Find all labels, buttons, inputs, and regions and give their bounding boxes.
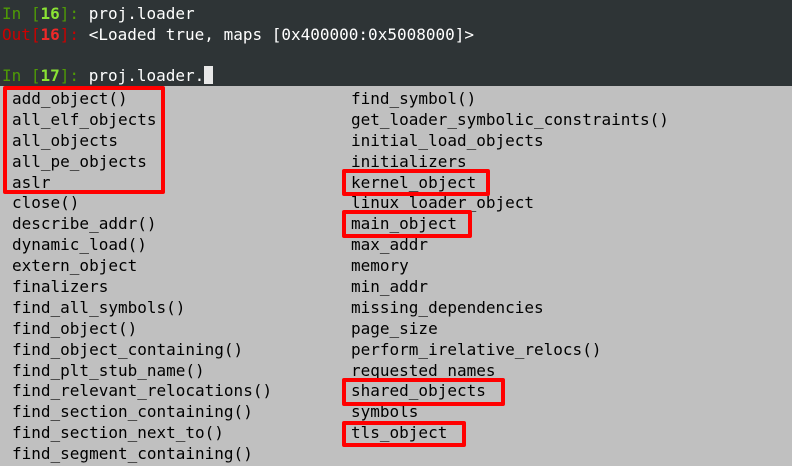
completion-item[interactable]: all_elf_objects xyxy=(12,109,272,130)
completion-item[interactable]: find_section_containing() xyxy=(12,401,272,422)
input-prompt-close: ]: xyxy=(59,66,89,85)
completion-item[interactable]: find_relevant_relocations() xyxy=(12,380,272,401)
completion-item[interactable]: linux_loader_object xyxy=(351,192,669,213)
completion-list-left: add_object() all_elf_objects all_objects… xyxy=(12,88,272,464)
completion-item[interactable]: finalizers xyxy=(12,276,272,297)
command-input[interactable]: proj.loader. xyxy=(89,66,205,85)
completion-item[interactable]: perform_irelative_relocs() xyxy=(351,339,669,360)
input-prompt: In [ xyxy=(2,4,41,23)
input-prompt-close: ]: xyxy=(59,4,89,23)
completion-item[interactable]: close() xyxy=(12,192,272,213)
completion-item[interactable]: aslr xyxy=(12,172,272,193)
completion-item[interactable]: max_addr xyxy=(351,234,669,255)
output-line-16: Out[16]: <Loaded true, maps [0x400000:0x… xyxy=(2,24,474,45)
output-text: <Loaded true, maps [0x400000:0x5008000]> xyxy=(88,25,475,44)
input-line-17[interactable]: In [17]: proj.loader. xyxy=(2,65,214,86)
completion-item[interactable]: main_object xyxy=(351,213,669,234)
completion-item[interactable]: symbols xyxy=(351,401,669,422)
completion-item[interactable]: find_section_next_to() xyxy=(12,422,272,443)
completion-item[interactable]: find_object_containing() xyxy=(12,339,272,360)
input-prompt-number: 17 xyxy=(40,66,60,85)
completion-item[interactable]: all_objects xyxy=(12,130,272,151)
completion-item[interactable]: find_plt_stub_name() xyxy=(12,360,272,381)
completion-item[interactable]: shared_objects xyxy=(351,380,669,401)
completion-item[interactable]: min_addr xyxy=(351,276,669,297)
output-prompt-number: 16 xyxy=(40,25,60,44)
completion-item[interactable]: missing_dependencies xyxy=(351,297,669,318)
completion-item[interactable]: get_loader_symbolic_constraints() xyxy=(351,109,669,130)
completion-item[interactable]: find_all_symbols() xyxy=(12,297,272,318)
completion-item[interactable]: find_object() xyxy=(12,318,272,339)
completion-item[interactable]: find_segment_containing() xyxy=(12,443,272,464)
output-prompt-close: ]: xyxy=(59,25,89,44)
completion-item[interactable]: add_object() xyxy=(12,88,272,109)
completion-item[interactable]: find_symbol() xyxy=(351,88,669,109)
completion-popup[interactable]: add_object() all_elf_objects all_objects… xyxy=(0,86,792,466)
output-prompt: Out[ xyxy=(2,25,41,44)
completion-item[interactable]: tls_object xyxy=(351,422,669,443)
terminal-window[interactable]: In [16]: proj.loader Out[16]: <Loaded tr… xyxy=(0,0,792,466)
completion-item[interactable]: dynamic_load() xyxy=(12,234,272,255)
completion-item[interactable]: all_pe_objects xyxy=(12,151,272,172)
completion-item[interactable]: initializers xyxy=(351,151,669,172)
completion-item[interactable]: requested_names xyxy=(351,360,669,381)
input-line-16: In [16]: proj.loader xyxy=(2,3,195,24)
completion-item[interactable]: initial_load_objects xyxy=(351,130,669,151)
completion-item[interactable]: memory xyxy=(351,255,669,276)
input-prompt: In [ xyxy=(2,66,41,85)
completion-item[interactable]: describe_addr() xyxy=(12,213,272,234)
text-cursor xyxy=(204,66,214,84)
completion-list-right: find_symbol() get_loader_symbolic_constr… xyxy=(351,88,669,443)
completion-item[interactable]: kernel_object xyxy=(351,172,669,193)
input-prompt-number: 16 xyxy=(40,4,60,23)
completion-item[interactable]: extern_object xyxy=(12,255,272,276)
command-text: proj.loader xyxy=(88,4,195,23)
completion-item[interactable]: page_size xyxy=(351,318,669,339)
